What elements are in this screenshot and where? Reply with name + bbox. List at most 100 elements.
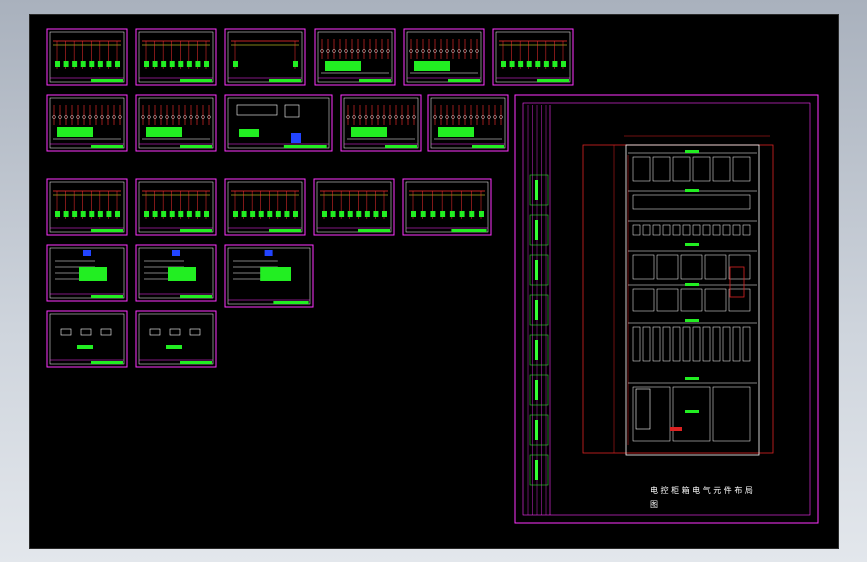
thumbnail-sheet[interactable] [135, 178, 217, 236]
thumbnail-sheet[interactable] [224, 244, 314, 308]
cad-drawing-canvas[interactable]: 电 控 柜 箱 电 气 元 件 布 局 图 [29, 14, 839, 549]
cabinet-component [652, 326, 661, 362]
cabinet-component [712, 326, 721, 362]
title-block-text [535, 300, 538, 320]
title-strip-fill [180, 361, 212, 364]
component [469, 211, 475, 217]
component [284, 211, 290, 217]
cabinet-component [632, 288, 655, 312]
component [186, 211, 192, 217]
component [330, 211, 336, 217]
terminal-block [325, 61, 361, 71]
component [115, 211, 120, 217]
sheet-frame [403, 28, 485, 86]
component [267, 211, 273, 217]
cabinet-component [642, 224, 651, 236]
component [420, 211, 426, 217]
title-block-text [535, 340, 538, 360]
cabinet-component [732, 224, 741, 236]
cabinet-component [712, 224, 721, 236]
thumbnail-sheet[interactable] [427, 94, 509, 152]
cabinet-component [682, 224, 691, 236]
title-strip-fill [385, 145, 417, 148]
cabinet-component [742, 326, 751, 362]
sheet-frame [135, 28, 217, 86]
title-strip-fill [180, 145, 212, 148]
component [106, 61, 112, 67]
component [152, 61, 158, 67]
rail-label [685, 319, 699, 322]
cabinet-component [728, 288, 751, 312]
cabinet-component [702, 224, 711, 236]
title-strip-fill [273, 301, 309, 304]
component [89, 211, 95, 217]
thumbnail-sheet[interactable] [340, 94, 422, 152]
thumbnail-sheet[interactable] [135, 94, 217, 152]
title-strip-fill [451, 229, 487, 232]
component [275, 211, 281, 217]
component [411, 211, 416, 217]
cabinet-component [672, 386, 711, 442]
component [195, 61, 201, 67]
highlight [291, 133, 301, 143]
component [233, 61, 238, 67]
cad-drawing: 电 控 柜 箱 电 气 元 件 布 局 图 [46, 28, 819, 524]
thumbnail-sheet[interactable] [492, 28, 574, 86]
component [178, 211, 184, 217]
thumbnail-sheet[interactable] [46, 310, 128, 368]
sheet-frame-outer [514, 94, 819, 524]
thumbnail-sheet[interactable] [314, 28, 396, 86]
title-block-cell [529, 454, 549, 486]
thumbnail-sheet[interactable] [46, 244, 128, 302]
title-strip-fill [358, 229, 390, 232]
cabinet-component [632, 254, 655, 280]
component [144, 211, 149, 217]
thumbnail-sheet[interactable] [224, 94, 333, 152]
layout-caption-line1: 电 控 柜 箱 电 气 元 件 布 局 [650, 485, 753, 495]
thumbnail-sheet[interactable] [224, 178, 306, 236]
component [63, 211, 69, 217]
rail-label [685, 243, 699, 246]
component [168, 267, 196, 281]
cabinet-component [742, 224, 751, 236]
thumbnail-sheet[interactable] [224, 28, 306, 86]
highlight [83, 250, 91, 256]
title-strip-fill [180, 79, 212, 82]
enclosure-layout-sheet[interactable]: 电 控 柜 箱 电 气 元 件 布 局 图 [514, 94, 819, 524]
din-rails [635, 150, 745, 431]
thumbnail-sheet[interactable] [135, 310, 217, 368]
thumbnail-sheet[interactable] [135, 244, 217, 302]
title-strip-fill [91, 229, 123, 232]
sheet-frame [340, 94, 422, 152]
component [518, 61, 524, 67]
component [72, 211, 78, 217]
title-strip-fill [448, 79, 480, 82]
thumbnail-sheet[interactable] [402, 178, 492, 236]
cabinet-component [632, 156, 651, 182]
cabinet-component [632, 326, 641, 362]
thumbnail-sheet[interactable] [46, 178, 128, 236]
title-strip-fill [269, 229, 301, 232]
component [440, 211, 446, 217]
cabinet-component [704, 254, 727, 280]
sheet-frame [402, 178, 492, 236]
sheet-frame [46, 310, 128, 368]
component [63, 61, 69, 67]
component [356, 211, 362, 217]
thumbnail-sheet[interactable] [135, 28, 217, 86]
title-strip-fill [180, 295, 212, 298]
thumbnail-sheet[interactable] [46, 94, 128, 152]
sheet-frame [135, 178, 217, 236]
thumbnail-sheet[interactable] [46, 28, 128, 86]
title-block-text [535, 220, 538, 240]
cabinet-component [712, 386, 751, 442]
highlight [172, 250, 180, 256]
terminal-block [351, 127, 387, 137]
sheet-frame [46, 178, 128, 236]
thumbnail-sheet[interactable] [403, 28, 485, 86]
title-block-text [535, 180, 538, 200]
terminal-block [146, 127, 182, 137]
component [161, 211, 167, 217]
component [250, 211, 256, 217]
thumbnail-sheet[interactable] [313, 178, 395, 236]
